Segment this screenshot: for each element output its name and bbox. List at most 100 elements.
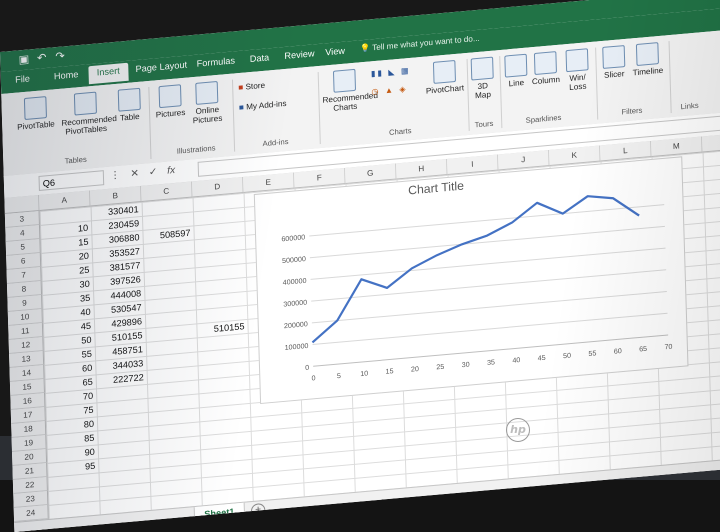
x-tick-label: 0 [311,374,315,382]
tab-file[interactable]: File [15,73,30,84]
store-label: Store [245,80,266,92]
sparkline-winloss-button[interactable]: Win/ Loss [562,48,592,93]
hp-logo: hp [506,418,530,442]
pictures-label: Pictures [155,107,186,120]
recommended-pivot-icon [73,91,97,116]
lightbulb-icon: 💡 [359,43,373,54]
timeline-label: Timeline [632,65,664,78]
sparkline-line-button[interactable]: Line [503,53,528,89]
sparkline-winloss-label: Win/ Loss [569,72,587,93]
tab-view[interactable]: View [325,46,345,58]
pivotchart-icon [432,59,456,84]
table-button[interactable]: Table [114,87,146,123]
chart-type-icons[interactable]: ▮▮ ◣ ▦ [371,66,411,79]
group-separator [317,72,321,145]
excel-window: ▣ ↶ ↷ File Home Insert Page Layout Formu… [0,0,720,532]
x-tick-label: 15 [386,367,394,376]
x-tick-label: 5 [337,372,341,380]
chart-plot: 100000 200000 300000 400000 500000 600000 00 5 1… [281,195,673,382]
chart-type-icons-row2[interactable]: ◷ ▲ ◈ [371,84,407,96]
x-tick-label: 20 [411,365,419,374]
y-tick-label: 300000 [283,299,307,309]
group-separator [668,41,672,114]
line-chart[interactable]: Chart Title 100000 200000 300000 400000 5000… [253,156,689,405]
group-tables-label: Tables [64,154,87,166]
slicer-label: Slicer [603,69,625,80]
pivottable-button[interactable]: PivotTable [14,95,58,132]
group-charts-label: Charts [388,125,412,137]
x-tick-label: 65 [639,345,647,354]
x-tick-label: 25 [436,363,444,372]
tab-page-layout[interactable]: Page Layout [135,60,187,75]
online-pictures-label: Online Pictures [192,104,223,126]
y-tick-label: 600000 [281,233,305,243]
table-label: Table [119,111,140,123]
save-icon[interactable]: ▣ [18,52,29,66]
3d-map-label: 3D Map [474,81,492,101]
slicer-icon [602,45,626,69]
group-filters-label: Filters [621,105,643,117]
store-button[interactable]: ■ Store [238,81,265,92]
y-tick-label: 0 [305,364,309,372]
tab-home[interactable]: Home [54,69,79,81]
x-tick-label: 30 [462,361,470,370]
group-separator [595,47,599,120]
cancel-icon[interactable]: ✕ [130,168,139,180]
pivotchart-label: PivotChart [425,83,465,96]
recommended-pivottables-button[interactable]: Recommended PivotTables [61,90,117,136]
3d-map-button[interactable]: 3D Map [469,56,497,100]
pictures-button[interactable]: Pictures [152,84,188,120]
x-tick-label: 70 [664,343,672,352]
timeline-icon [635,42,659,67]
name-box[interactable]: Q6 [38,170,105,191]
x-tick-label: 10 [360,370,368,379]
recommended-charts-icon [332,68,357,93]
y-tick-label: 500000 [282,255,306,265]
group-illustrations-label: Illustrations [176,143,216,156]
pivottable-icon [23,96,47,121]
sparkline-column-button[interactable]: Column [530,51,562,87]
sparkline-column-label: Column [531,74,561,87]
recommended-charts-button[interactable]: Recommended Charts [322,68,378,114]
more-icon: ⋮ [109,169,121,182]
group-separator [231,79,236,152]
my-addins-button[interactable]: ■ My Add-ins [239,99,287,112]
sparkline-line-icon [504,53,528,78]
timeline-button[interactable]: Timeline [630,42,666,78]
y-tick-label: 100000 [285,342,309,352]
x-tick-label: 35 [487,358,495,367]
recommended-pivot-label: Recommended PivotTables [61,113,117,137]
x-tick-label: 50 [563,352,571,361]
table-icon [117,87,141,112]
group-separator [499,55,503,129]
sparkline-column-icon [533,51,557,76]
tab-review[interactable]: Review [284,48,314,61]
pivottable-label: PivotTable [16,119,55,132]
slicer-button[interactable]: Slicer [599,45,629,81]
undo-icon[interactable]: ↶ [37,51,47,65]
insert-function-icon[interactable]: fx [167,165,175,177]
group-separator [148,86,152,160]
my-addins-label: My Add-ins [246,98,287,112]
sparkline-winloss-icon [565,48,589,73]
pivotchart-button[interactable]: PivotChart [424,59,466,96]
online-pictures-button[interactable]: Online Pictures [189,80,225,125]
add-sheet-icon[interactable]: + [250,502,266,519]
x-tick-label: 40 [512,356,520,365]
sparkline-line-label: Line [508,77,525,89]
enter-icon[interactable]: ✓ [149,166,158,178]
y-tick-label: 200000 [284,320,308,330]
group-addins-label: Add-ins [262,136,289,149]
globe-icon [470,56,494,81]
recommended-charts-label: Recommended Charts [322,90,379,113]
x-tick-label: 45 [538,354,546,363]
tab-data[interactable]: Data [250,52,270,64]
group-tours-label: Tours [474,118,494,130]
x-tick-label: 55 [588,349,596,358]
redo-icon[interactable]: ↷ [55,49,65,63]
tab-insert[interactable]: Insert [88,62,129,85]
sheet-tab-sheet1[interactable]: Sheet1 [193,502,246,525]
x-tick-label: 60 [614,347,622,356]
group-links-label: Links [680,100,699,112]
tab-formulas[interactable]: Formulas [197,55,236,68]
